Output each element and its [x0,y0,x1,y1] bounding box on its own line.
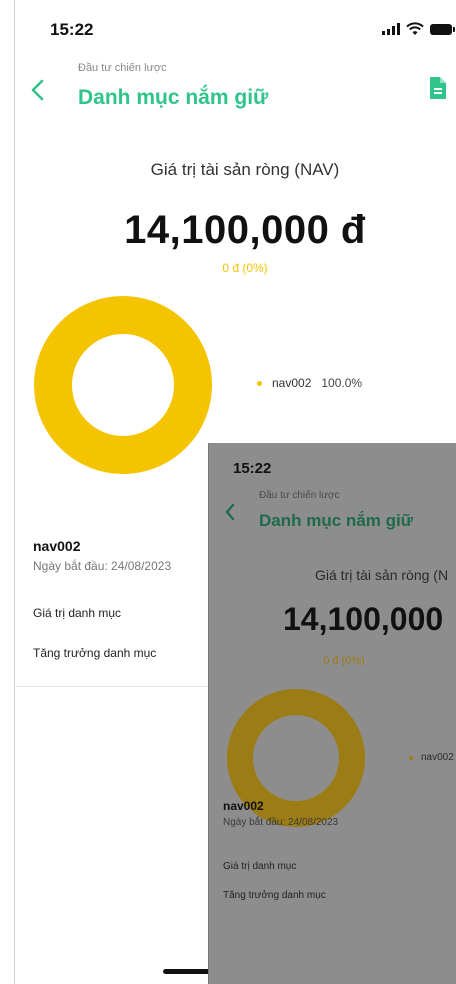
legend-dot [257,380,262,386]
preview-status-time: 15:22 [233,460,272,477]
status-bar: 15:22 [0,0,456,60]
signal-icon [382,23,400,35]
preview-title: Danh mục nắm giữ [259,511,413,530]
chart-legend: nav002 100.0% [257,376,362,390]
battery-icon [430,23,455,35]
wifi-icon [406,22,424,35]
legend-item-name: nav002 [272,376,312,390]
preview-nav-change: 0 đ (0%) [323,655,365,667]
preview-nav-value: 14,100,000 [283,601,444,637]
preview-portfolio-name: nav002 [223,799,264,813]
portfolio-value-label: Giá trị danh mục [33,606,122,620]
portfolio-growth-label: Tăng trưởng danh mục [33,646,157,660]
allocation-donut-chart [34,296,212,474]
nav-value: 14,100,000 đ [124,208,366,252]
preview-legend: nav002 [409,752,454,763]
preview-value-label: Giá trị danh mục [223,861,297,872]
preview-nav-label: Giá trị tài sản ròng (N [315,567,449,583]
nav-label: Giá trị tài sản ròng (NAV) [150,160,340,179]
chevron-left-icon[interactable] [28,78,48,102]
header: Đầu tư chiến lược Danh mục nắm giữ [0,60,456,120]
document-icon[interactable] [428,76,448,100]
left-border [14,0,15,984]
nav-change: 0 đ (0%) [222,261,268,275]
header-subtitle: Đầu tư chiến lược [78,62,167,74]
page-title: Danh mục nắm giữ [78,86,269,109]
preview-growth-label: Tăng trưởng danh mục [223,890,326,901]
preview-legend-dot [409,755,413,760]
donut-slice-nav002 [34,296,212,474]
preview-donut-ring [227,689,365,827]
preview-chevron-left-icon [225,503,235,521]
status-icons [382,22,455,36]
legend-item-percent: 100.0% [321,376,363,390]
preview-subtitle: Đầu tư chiến lược [259,490,340,501]
preview-legend-name: nav002 [421,752,454,763]
screenshot-preview-thumbnail[interactable]: 15:22 Đầu tư chiến lược Danh mục nắm giữ… [208,443,456,984]
status-time: 15:22 [50,20,94,39]
preview-start-date: Ngày bắt đầu: 24/08/2023 [223,817,339,828]
